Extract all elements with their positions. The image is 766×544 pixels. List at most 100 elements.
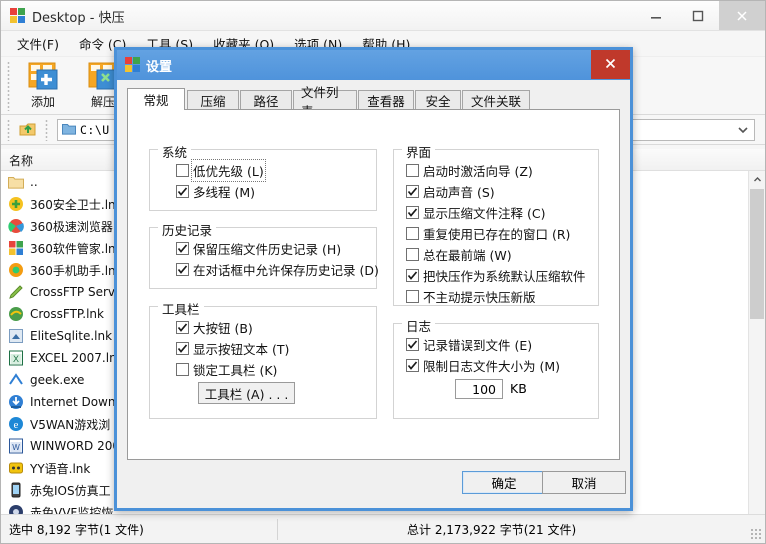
checkbox-log-errors[interactable]: 记录错误到文件 (E) bbox=[406, 335, 532, 354]
status-selected: 选中 8,192 字节(1 文件) bbox=[9, 523, 144, 537]
dialog-close-button[interactable] bbox=[591, 50, 630, 79]
addressbar-grip[interactable] bbox=[7, 119, 10, 141]
log-size-input[interactable]: 100 bbox=[455, 379, 503, 399]
checkbox-low-priority[interactable]: 低优先级 (L) bbox=[176, 159, 266, 182]
list-item-name: V5WAN游戏浏 bbox=[30, 417, 111, 432]
tab-path[interactable]: 路径 bbox=[240, 90, 292, 110]
word-icon: W bbox=[7, 437, 25, 455]
chevron-down-icon[interactable] bbox=[736, 123, 750, 140]
idm-icon bbox=[7, 393, 25, 411]
group-history: 历史记录 保留压缩文件历史记录 (H) 在对话框中允许保存历史记录 (D) bbox=[149, 220, 379, 289]
app-logo-icon bbox=[124, 56, 141, 76]
checkbox-multithread[interactable]: 多线程 (M) bbox=[176, 182, 255, 201]
list-item-name: YY语音.lnk bbox=[30, 461, 91, 476]
checkbox-box bbox=[176, 342, 189, 355]
tab-associations[interactable]: 文件关联 bbox=[462, 90, 530, 110]
list-item-name: .. bbox=[30, 175, 38, 189]
toolbar-settings-button[interactable]: 工具栏 (A) . . . bbox=[198, 382, 295, 404]
minimize-button[interactable] bbox=[635, 1, 677, 30]
checkbox-label: 记录错误到文件 (E) bbox=[423, 338, 533, 353]
checkbox-startup-sound[interactable]: 启动声音 (S) bbox=[406, 182, 495, 201]
yy-icon bbox=[7, 459, 25, 477]
kuaiya-main-window: Desktop - 快压 文件(F) 命令 (C) 工具 (S) 收藏夹 (O)… bbox=[0, 0, 766, 544]
checkbox-label: 在对话框中允许保存历史记录 (D) bbox=[193, 263, 379, 278]
checkbox-label: 不主动提示快压新版 bbox=[423, 290, 536, 305]
checkbox-reuse-window[interactable]: 重复使用已存在的窗口 (R) bbox=[406, 224, 570, 243]
menu-file[interactable]: 文件(F) bbox=[17, 34, 59, 53]
checkbox-always-on-top[interactable]: 总在最前端 (W) bbox=[406, 245, 512, 264]
crossftp-icon bbox=[7, 305, 25, 323]
checkbox-show-archive-comment[interactable]: 显示压缩文件注释 (C) bbox=[406, 203, 545, 222]
checkbox-box bbox=[176, 363, 189, 376]
minimize-icon bbox=[650, 10, 662, 22]
dialog-titlebar: 设置 bbox=[117, 50, 630, 80]
list-item-name: EXCEL 2007.lnk bbox=[30, 351, 124, 365]
folder-up-icon bbox=[7, 173, 25, 191]
list-item-name: 赤兔VVF监控恢 bbox=[30, 505, 114, 515]
filelist-scrollbar[interactable] bbox=[748, 171, 765, 514]
group-toolbar: 工具栏 大按钮 (B) 显示按钮文本 (T) 锁定工具栏 (K) 工具栏 (A)… bbox=[149, 299, 377, 419]
ok-button[interactable]: 确定 bbox=[462, 471, 546, 494]
checkbox-default-archiver[interactable]: 把快压作为系统默认压缩软件 bbox=[406, 266, 586, 285]
checkbox-label: 锁定工具栏 (K) bbox=[193, 363, 278, 378]
ios-sim-icon bbox=[7, 481, 25, 499]
list-item-name: 360软件管家.lnk bbox=[30, 241, 123, 256]
tab-security[interactable]: 安全 bbox=[415, 90, 461, 110]
close-button[interactable] bbox=[719, 1, 765, 30]
checkbox-box bbox=[406, 164, 419, 177]
checkbox-large-buttons[interactable]: 大按钮 (B) bbox=[176, 318, 253, 337]
svg-text:e: e bbox=[14, 419, 19, 431]
settings-dialog: 设置 常规 压缩 路径 文件列表 查看器 安全 文件关联 系统 低优先 bbox=[114, 47, 633, 511]
window-titlebar: Desktop - 快压 bbox=[1, 1, 765, 31]
group-history-title: 历史记录 bbox=[158, 220, 217, 239]
tab-compress[interactable]: 压缩 bbox=[187, 90, 239, 110]
list-item-name: Internet Downl bbox=[30, 395, 119, 409]
checkbox-box bbox=[406, 290, 419, 303]
tab-general[interactable]: 常规 bbox=[127, 88, 185, 110]
tab-viewer[interactable]: 查看器 bbox=[358, 90, 414, 110]
list-item-name: 360手机助手.lnk bbox=[30, 263, 123, 278]
list-item-name: 赤兔IOS仿真工 bbox=[30, 483, 111, 498]
scroll-up-icon[interactable] bbox=[749, 171, 765, 188]
checkbox-limit-log-size[interactable]: 限制日志文件大小为 (M) bbox=[406, 356, 560, 375]
resize-grip[interactable] bbox=[750, 528, 762, 540]
toolbar-grip[interactable] bbox=[7, 61, 10, 111]
checkbox-lock-toolbar[interactable]: 锁定工具栏 (K) bbox=[176, 360, 277, 379]
checkbox-allow-dialog-history[interactable]: 在对话框中允许保存历史记录 (D) bbox=[176, 260, 379, 279]
maximize-icon bbox=[692, 10, 704, 22]
cancel-button[interactable]: 取消 bbox=[542, 471, 626, 494]
list-item-name: CrossFTP.lnk bbox=[30, 307, 104, 321]
list-item-name: WINWORD 200 bbox=[30, 439, 120, 453]
dialog-tabs: 常规 压缩 路径 文件列表 查看器 安全 文件关联 bbox=[127, 85, 620, 119]
shield-green-icon bbox=[7, 195, 25, 213]
checkbox-label: 大按钮 (B) bbox=[193, 321, 253, 336]
list-item-name: geek.exe bbox=[30, 373, 85, 387]
addressbar-grip-2[interactable] bbox=[45, 119, 48, 141]
group-log-title: 日志 bbox=[402, 316, 436, 335]
software-manager-icon bbox=[7, 239, 25, 257]
phone-assistant-icon bbox=[7, 261, 25, 279]
pencil-icon bbox=[7, 283, 25, 301]
tab-filelist[interactable]: 文件列表 bbox=[293, 85, 357, 119]
group-system-title: 系统 bbox=[158, 142, 192, 161]
checkbox-no-update-prompt[interactable]: 不主动提示快压新版 bbox=[406, 287, 536, 306]
column-header-name[interactable]: 名称 bbox=[9, 152, 33, 169]
group-log: 日志 记录错误到文件 (E) 限制日志文件大小为 (M) 100 KB bbox=[393, 316, 599, 419]
checkbox-label: 低优先级 (L) bbox=[191, 159, 266, 182]
toolbar-button-add[interactable]: 添加 bbox=[15, 60, 71, 112]
checkbox-label: 显示压缩文件注释 (C) bbox=[423, 206, 546, 221]
tab-panel-general: 系统 低优先级 (L) 多线程 (M) 历史记录 保留压缩文件历史记录 (H) … bbox=[127, 109, 620, 460]
checkbox-show-button-text[interactable]: 显示按钮文本 (T) bbox=[176, 339, 289, 358]
checkbox-box bbox=[176, 185, 189, 198]
checkbox-label: 限制日志文件大小为 (M) bbox=[423, 359, 561, 374]
vvf-icon bbox=[7, 503, 25, 514]
checkbox-keep-archive-history[interactable]: 保留压缩文件历史记录 (H) bbox=[176, 239, 341, 258]
checkbox-wizard-on-start[interactable]: 启动时激活向导 (Z) bbox=[406, 161, 533, 180]
log-size-unit: KB bbox=[510, 381, 527, 396]
group-interface-title: 界面 bbox=[402, 142, 436, 161]
maximize-button[interactable] bbox=[677, 1, 719, 30]
checkbox-box bbox=[176, 242, 189, 255]
up-folder-button[interactable] bbox=[17, 120, 39, 141]
checkbox-box bbox=[406, 338, 419, 351]
scrollbar-thumb[interactable] bbox=[750, 189, 764, 319]
